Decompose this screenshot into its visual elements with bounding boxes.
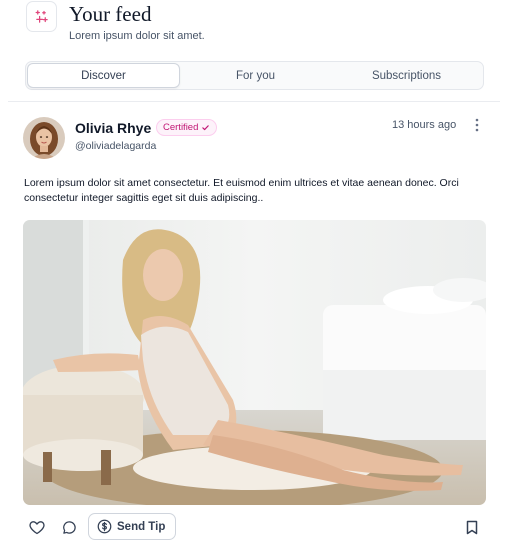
page-subtitle: Lorem ipsum dolor sit amet. [69, 30, 205, 42]
bookmark-button[interactable] [464, 518, 480, 536]
feed-header: Your feed Lorem ipsum dolor sit amet. [0, 0, 509, 50]
badge-label: Certified [163, 122, 199, 133]
comment-button[interactable] [60, 518, 78, 536]
certified-badge: Certified [156, 119, 218, 136]
post-text: Lorem ipsum dolor sit amet consectetur. … [24, 177, 459, 204]
post-actions: Send Tip [0, 512, 509, 542]
page-title: Your feed [69, 2, 152, 26]
check-icon [202, 125, 210, 131]
feed-tabs: Discover For you Subscriptions [25, 61, 484, 90]
send-tip-button[interactable]: Send Tip [88, 513, 177, 540]
author-name[interactable]: Olivia Rhye [75, 120, 151, 136]
sparkles-icon [26, 1, 57, 32]
tab-subscriptions[interactable]: Subscriptions [331, 63, 482, 88]
dollar-circle-icon [97, 519, 112, 534]
post-image[interactable] [23, 220, 486, 505]
like-button[interactable] [28, 518, 46, 536]
comment-icon [62, 520, 76, 534]
tab-discover[interactable]: Discover [27, 63, 180, 88]
more-options-button[interactable] [470, 116, 484, 134]
avatar[interactable] [23, 117, 65, 159]
author-handle[interactable]: @oliviadelagarda [75, 140, 156, 152]
send-tip-label: Send Tip [117, 520, 166, 533]
heart-icon [29, 520, 45, 534]
divider [8, 101, 500, 102]
post-timestamp: 13 hours ago [392, 119, 457, 131]
bookmark-icon [466, 520, 478, 534]
tab-for-you[interactable]: For you [180, 63, 331, 88]
more-vertical-icon [475, 118, 479, 132]
